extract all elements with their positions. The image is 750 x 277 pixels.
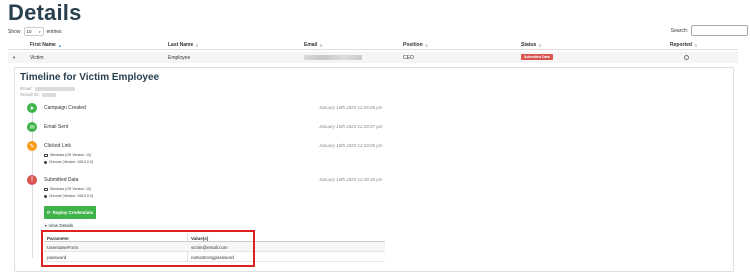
search-input[interactable] xyxy=(691,25,748,36)
browser-info-text: Chrome (Version: 108.0.0.0) xyxy=(49,160,93,164)
os-info: Windows (OS Version: 10) xyxy=(44,187,91,191)
envelope-icon: ✉ xyxy=(27,122,37,132)
replay-credentials-button[interactable]: ⟳ Replay Credentials xyxy=(44,206,96,219)
show-entries: Show 10 ▾ entries xyxy=(8,27,62,36)
caret-down-icon: ▼ xyxy=(44,223,48,228)
col-reported-label: Reported xyxy=(670,42,692,48)
col-last-name-label: Last Name xyxy=(168,42,194,48)
event-time: January 10th 2023 12:33:05 pm xyxy=(319,143,383,148)
col-email[interactable]: Email ⇅ xyxy=(304,42,323,48)
windows-icon xyxy=(44,187,48,191)
event-label: Campaign Created xyxy=(44,105,86,111)
sort-icon: ⇅ xyxy=(538,42,542,48)
col-status-label: Status xyxy=(521,42,537,48)
highlight-box xyxy=(41,230,255,267)
chevron-down-icon: ▾ xyxy=(39,29,41,34)
col-first-name[interactable]: First Name ▲ xyxy=(30,42,62,48)
col-position[interactable]: Position ⇅ xyxy=(403,42,428,48)
col-position-label: Position xyxy=(403,42,423,48)
replay-credentials-label: Replay Credentials xyxy=(52,210,94,215)
refresh-icon: ⟳ xyxy=(46,209,51,215)
table-row[interactable]: ▼ Victim Employee CEO Submitted Data xyxy=(8,52,738,63)
windows-icon xyxy=(44,153,48,157)
redacted-email xyxy=(304,55,362,60)
os-info: Windows (OS Version: 10) xyxy=(44,153,91,157)
col-status[interactable]: Status ⇅ xyxy=(521,42,542,48)
event-time: January 10th 2023 12:28:07 pm xyxy=(319,124,383,129)
browser-info: Chrome (Version: 108.0.0.0) xyxy=(44,160,93,164)
sort-icon: ⇅ xyxy=(319,42,323,48)
browser-info: Chrome (Version: 108.0.0.0) xyxy=(44,194,93,198)
chrome-icon xyxy=(44,194,47,198)
col-email-label: Email xyxy=(304,42,318,48)
cell-status: Submitted Data xyxy=(521,54,553,60)
pointer-icon: ✎ xyxy=(27,141,37,151)
cell-email-redacted xyxy=(304,55,362,62)
status-badge: Submitted Data xyxy=(521,54,553,60)
email-label: Email: xyxy=(20,86,33,91)
cell-last-name: Employee xyxy=(168,55,191,61)
os-info-text: Windows (OS Version: 10) xyxy=(50,187,92,191)
timeline-email: Email: xyxy=(20,86,75,91)
exclamation-icon: ! xyxy=(27,175,37,185)
event-time: January 10th 2023 12:38:45 pm xyxy=(319,177,383,182)
timeline-result-id: Result ID: xyxy=(20,92,56,97)
timeline-title: Timeline for Victim Employee xyxy=(20,72,160,83)
sort-icon: ⇅ xyxy=(195,42,199,48)
reported-circle-icon xyxy=(684,55,689,60)
search-group: Search: xyxy=(671,25,748,36)
event-label: Submitted Data xyxy=(44,177,79,183)
event-label: Clicked Link xyxy=(44,143,71,149)
col-last-name[interactable]: Last Name ⇅ xyxy=(168,42,199,48)
entries-select[interactable]: 10 ▾ xyxy=(23,27,44,36)
timeline-panel: Timeline for Victim Employee Email: Resu… xyxy=(14,67,734,272)
rocket-icon: ➤ xyxy=(27,103,37,113)
cell-reported xyxy=(684,55,689,62)
sort-icon: ⇅ xyxy=(693,42,698,48)
col-reported[interactable]: Reported ⇅ xyxy=(670,42,697,48)
expand-caret-icon[interactable]: ▼ xyxy=(12,55,16,60)
page-title: Details xyxy=(8,0,82,25)
search-label: Search: xyxy=(670,27,688,34)
chrome-icon xyxy=(44,160,47,164)
entries-select-value: 10 xyxy=(26,29,32,34)
view-details-toggle[interactable]: ▼ View Details xyxy=(44,223,73,228)
redacted-email xyxy=(34,86,75,91)
table-header: First Name ▲ Last Name ⇅ Email ⇅ Positio… xyxy=(8,40,738,50)
entries-label: entries xyxy=(46,28,62,35)
cell-first-name: Victim xyxy=(30,55,44,61)
os-info-text: Windows (OS Version: 10) xyxy=(50,153,92,157)
browser-info-text: Chrome (Version: 108.0.0.0) xyxy=(49,194,93,198)
view-details-label: View Details xyxy=(48,223,74,228)
event-label: Email Sent xyxy=(44,124,69,130)
cell-position: CEO xyxy=(403,55,414,61)
redacted-result-id xyxy=(41,92,56,97)
col-first-name-label: First Name xyxy=(30,42,56,48)
show-label: Show xyxy=(8,28,21,35)
event-time: January 10th 2023 12:26:05 pm xyxy=(319,105,383,110)
result-id-label: Result ID: xyxy=(20,92,40,97)
sort-asc-icon: ▲ xyxy=(57,42,62,48)
sort-icon: ⇅ xyxy=(424,42,429,48)
